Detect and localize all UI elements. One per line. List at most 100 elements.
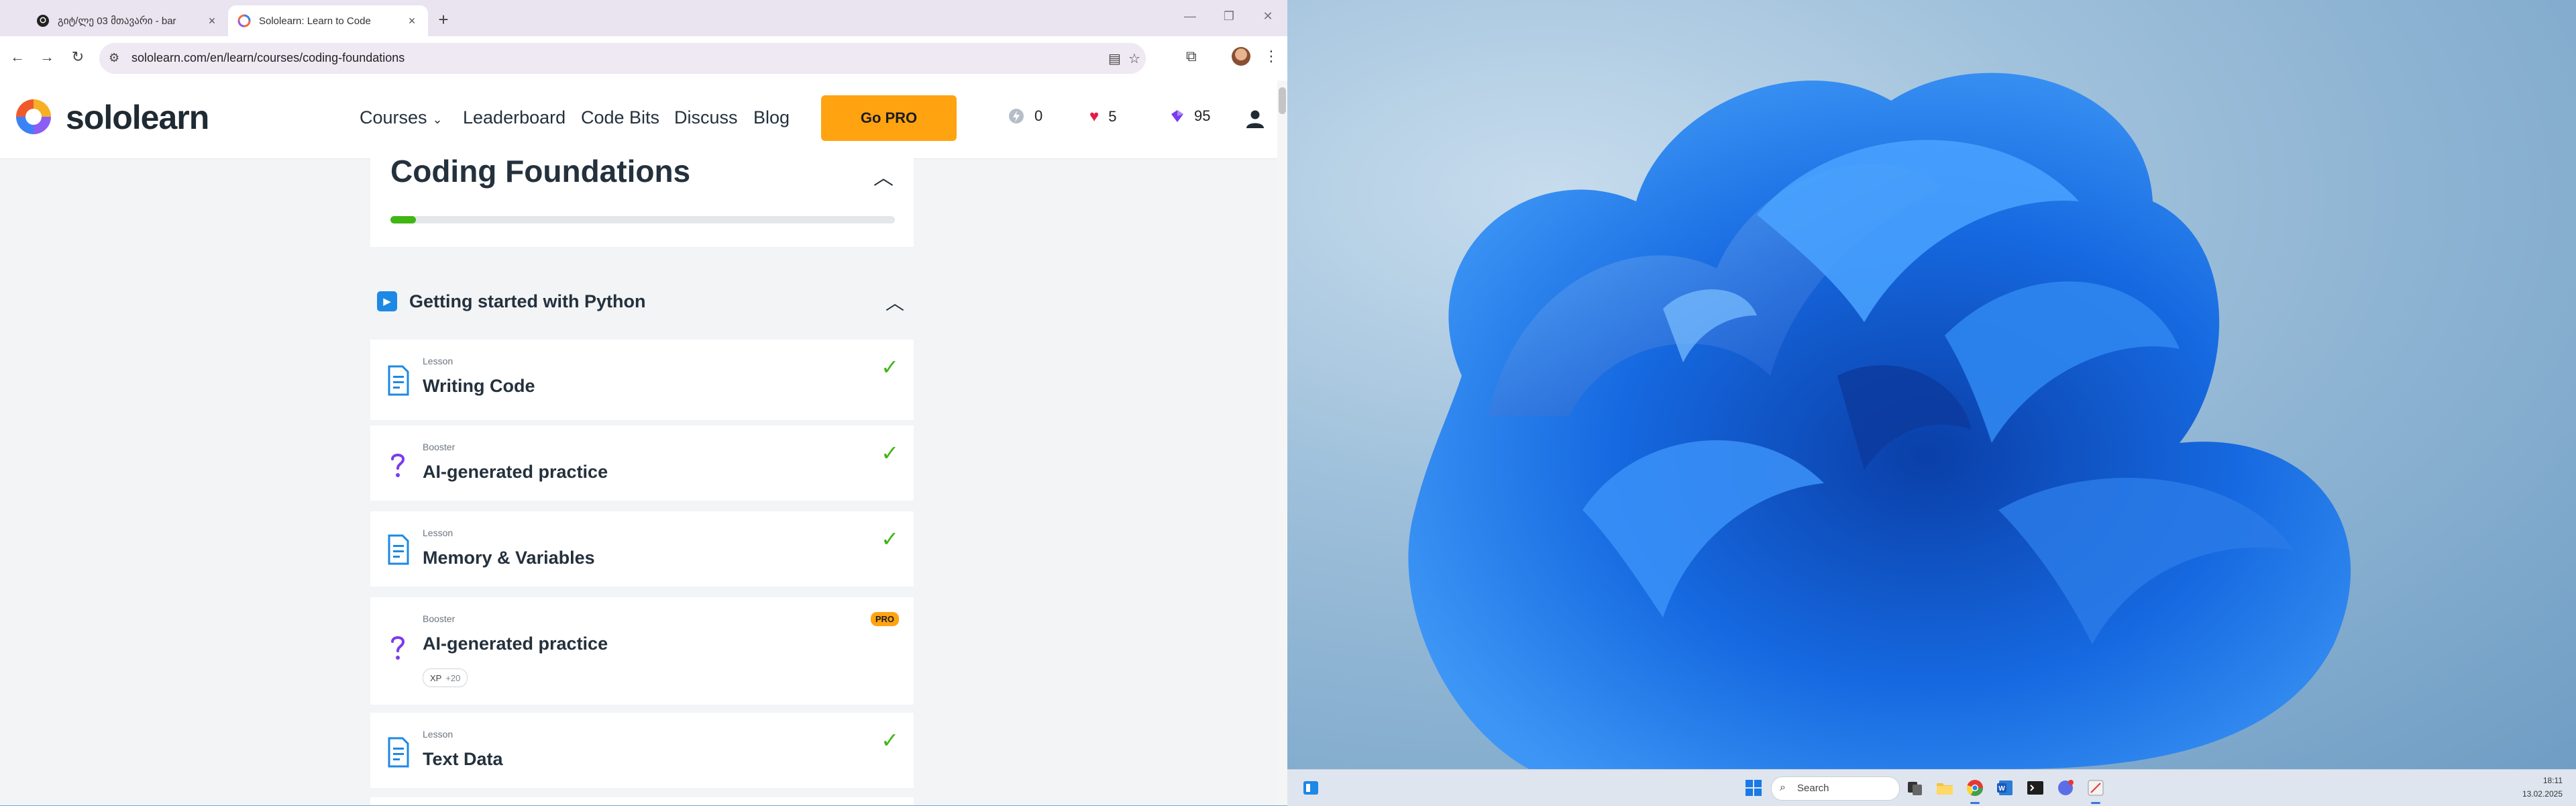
document-icon — [388, 737, 409, 768]
forward-icon[interactable]: → — [38, 48, 56, 66]
profile-avatar[interactable] — [1232, 47, 1250, 66]
streak-icon — [1009, 109, 1024, 123]
hearts-counter[interactable]: ♥ 5 — [1089, 107, 1117, 126]
browser-toolbar: ← → ↻ ⚙ sololearn.com/en/learn/courses/c… — [0, 36, 1287, 81]
tab-title: Sololearn: Learn to Code — [259, 15, 371, 27]
desktop-wallpaper — [1287, 0, 2576, 769]
restore-icon[interactable]: ❐ — [1221, 9, 1237, 23]
lesson-title: Memory & Variables — [423, 548, 595, 568]
reload-icon[interactable]: ↻ — [68, 48, 87, 66]
terminal-icon[interactable] — [2025, 778, 2045, 798]
search-icon: ⌕ — [1780, 782, 1786, 793]
address-bar[interactable]: ⚙ sololearn.com/en/learn/courses/coding-… — [99, 43, 1146, 74]
chevron-up-icon[interactable]: ︿ — [885, 289, 904, 315]
browser-window: გიტ/ლე 03 მთავარი - bar × Sololearn: Lea… — [0, 0, 1287, 805]
back-icon[interactable]: ← — [8, 48, 27, 66]
bloom-wallpaper-art — [1408, 72, 2351, 769]
svg-text:W: W — [1998, 785, 2005, 793]
question-icon — [391, 636, 405, 660]
tab-github[interactable]: გიტ/ლე 03 მთავარი - bar × — [27, 5, 228, 36]
lesson-item[interactable]: Lesson Writing Code ✓ — [370, 340, 914, 420]
course-title: Coding Foundations — [390, 154, 691, 189]
task-view-icon[interactable] — [1904, 778, 1925, 798]
clock-time: 18:11 — [2542, 776, 2563, 785]
heart-icon: ♥ — [1089, 107, 1099, 125]
taskbar-search[interactable]: ⌕ Search — [1771, 776, 1900, 801]
check-icon: ✓ — [881, 728, 899, 752]
minimize-icon[interactable]: — — [1182, 9, 1198, 23]
close-window-icon[interactable]: ✕ — [1260, 9, 1276, 23]
github-icon — [37, 15, 49, 27]
page-scrollbar[interactable] — [1277, 81, 1287, 805]
nav-leaderboard[interactable]: Leaderboard — [463, 107, 566, 128]
clock-date: 13.02.2025 — [2522, 789, 2563, 799]
menu-icon[interactable]: ⋮ — [1264, 48, 1279, 65]
tab-strip: გიტ/ლე 03 მთავარი - bar × Sololearn: Lea… — [0, 0, 1287, 36]
check-icon: ✓ — [881, 441, 899, 465]
translate-icon[interactable]: ▤ — [1108, 50, 1121, 67]
snipping-tool-icon[interactable] — [2086, 778, 2106, 798]
url-text[interactable]: sololearn.com/en/learn/courses/coding-fo… — [131, 51, 405, 65]
sololearn-logo[interactable] — [12, 95, 55, 138]
streak-counter[interactable]: 0 — [1008, 107, 1042, 125]
chevron-up-icon[interactable]: ︿ — [873, 161, 894, 191]
nav-courses[interactable]: Courses ⌄ — [360, 107, 443, 128]
module-header[interactable]: ▶ Getting started with Python ︿ — [370, 281, 914, 328]
lesson-type: Lesson — [423, 729, 453, 740]
gems-counter[interactable]: 95 — [1170, 107, 1210, 125]
progress-fill — [390, 216, 416, 223]
nav-codebits[interactable]: Code Bits — [581, 107, 659, 128]
nav-blog[interactable]: Blog — [753, 107, 790, 128]
taskbar: ⌕ Search W 18:11 13.02.2025 — [1287, 769, 2576, 806]
extensions-icon[interactable]: ⧉ — [1186, 48, 1197, 65]
pro-badge: PRO — [870, 612, 899, 626]
lesson-title: Text Data — [423, 749, 503, 769]
xp-label: XP — [430, 672, 442, 683]
file-explorer-icon[interactable] — [1935, 778, 1955, 798]
module-title: Getting started with Python — [409, 291, 646, 311]
lesson-type: Booster — [423, 613, 455, 624]
scrollbar-thumb[interactable] — [1279, 87, 1286, 114]
word-icon[interactable]: W — [1995, 778, 2015, 798]
lesson-item[interactable]: Lesson Memory & Variables ✓ — [370, 511, 914, 587]
chevron-down-icon: ⌄ — [432, 113, 443, 126]
site-info-icon[interactable]: ⚙ — [109, 51, 119, 65]
running-indicator — [1970, 802, 1980, 804]
question-icon — [391, 454, 405, 477]
tab-sololearn[interactable]: Sololearn: Learn to Code × — [228, 5, 428, 36]
star-icon[interactable]: ☆ — [1128, 50, 1140, 67]
xp-value: +20 — [445, 672, 461, 683]
close-icon[interactable]: × — [405, 14, 419, 28]
document-icon — [388, 534, 409, 565]
lesson-type: Booster — [423, 442, 455, 452]
nav-discuss[interactable]: Discuss — [674, 107, 738, 128]
search-label: Search — [1797, 783, 1829, 794]
chrome-icon[interactable] — [1965, 778, 1985, 798]
hearts-value: 5 — [1108, 108, 1117, 125]
windows-start-icon[interactable] — [1743, 778, 1764, 798]
lesson-type: Lesson — [423, 527, 453, 538]
lesson-item[interactable]: Booster AI-generated practice ✓ — [370, 425, 914, 501]
lesson-title: Writing Code — [423, 376, 535, 396]
lesson-title: AI-generated practice — [423, 462, 608, 482]
system-clock[interactable]: 18:11 13.02.2025 — [2522, 774, 2563, 801]
check-icon: ✓ — [881, 355, 899, 379]
close-icon[interactable]: × — [205, 14, 219, 28]
gem-icon — [1171, 110, 1183, 122]
lesson-item[interactable] — [370, 797, 914, 805]
streak-value: 0 — [1034, 107, 1043, 124]
brand-name[interactable]: sololearn — [66, 98, 209, 137]
new-tab-button[interactable]: + — [435, 9, 452, 30]
chat-app-icon[interactable] — [2055, 778, 2076, 798]
lesson-title: AI-generated practice — [423, 634, 608, 654]
gems-value: 95 — [1194, 107, 1211, 124]
nav-courses-label: Courses — [360, 107, 427, 128]
sololearn-icon — [237, 14, 251, 28]
lesson-item[interactable]: Lesson Text Data ✓ — [370, 713, 914, 788]
lesson-item[interactable]: Booster AI-generated practice PRO XP +20 — [370, 597, 914, 705]
course-progress — [390, 216, 895, 223]
widgets-icon[interactable] — [1301, 778, 1321, 798]
user-profile-icon[interactable] — [1245, 109, 1265, 129]
check-icon: ✓ — [881, 527, 899, 551]
go-pro-button[interactable]: Go PRO — [821, 95, 957, 141]
